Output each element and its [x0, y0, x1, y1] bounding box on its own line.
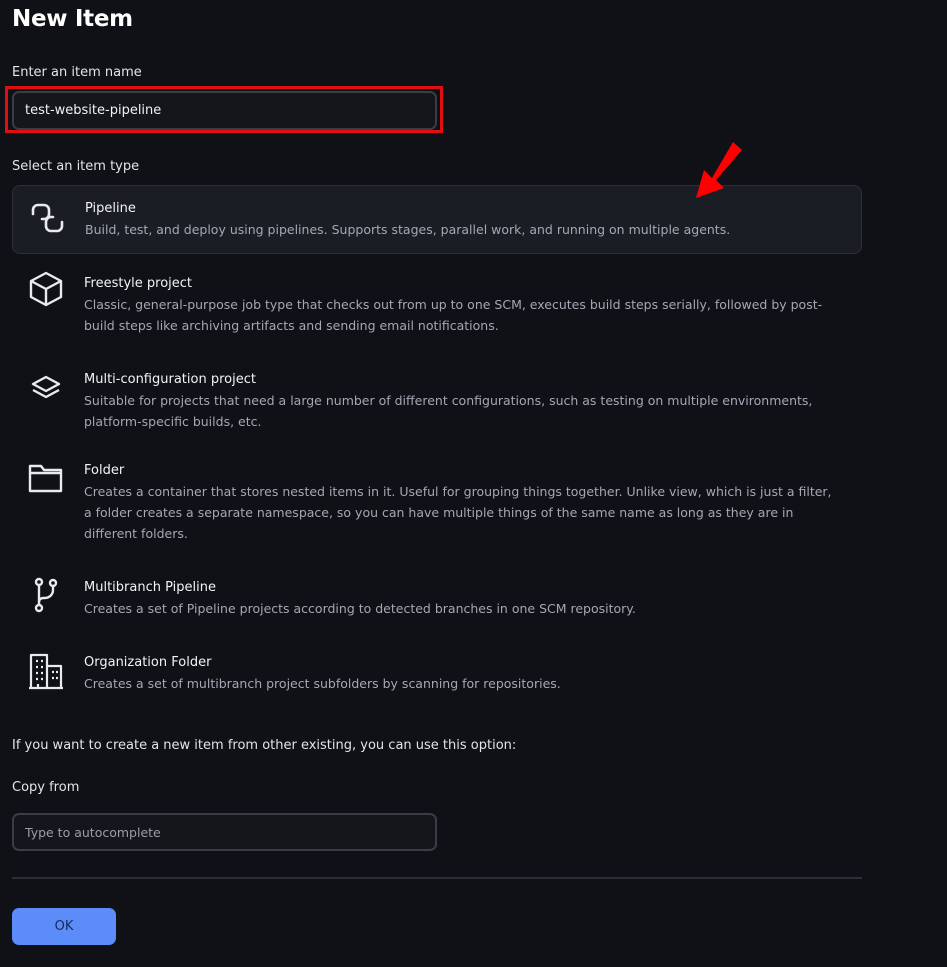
pipeline-icon	[28, 199, 66, 237]
item-name-label: Enter an item name	[12, 65, 142, 80]
item-type-label: Select an item type	[12, 159, 140, 174]
item-type-description: Build, test, and deploy using pipelines.…	[85, 222, 731, 237]
item-type-name: Freestyle project	[84, 276, 193, 291]
item-type-multi-configuration-project[interactable]: Multi-configuration project Suitable for…	[12, 358, 862, 444]
item-type-description: Creates a set of multibranch project sub…	[84, 676, 561, 691]
folder-icon	[27, 459, 65, 497]
layers-icon	[27, 370, 65, 408]
item-name-input[interactable]	[12, 91, 437, 130]
item-type-description: Creates a set of Pipeline projects accor…	[84, 601, 636, 616]
item-type-description: Classic, general-purpose job type that c…	[84, 297, 823, 333]
new-item-page: New Item Enter an item name Select an it…	[0, 0, 947, 967]
item-type-folder[interactable]: Folder Creates a container that stores n…	[12, 449, 862, 554]
item-type-name: Multi-configuration project	[84, 372, 256, 387]
copy-from-input[interactable]	[12, 813, 437, 851]
item-type-organization-folder[interactable]: Organization Folder Creates a set of mul…	[12, 641, 862, 707]
ok-button[interactable]: OK	[12, 908, 116, 945]
item-type-description: Creates a container that stores nested i…	[84, 484, 832, 541]
cube-icon	[27, 270, 65, 308]
item-type-freestyle-project[interactable]: Freestyle project Classic, general-purpo…	[12, 262, 862, 348]
item-type-multibranch-pipeline[interactable]: Multibranch Pipeline Creates a set of Pi…	[12, 566, 862, 632]
git-branch-icon	[27, 576, 65, 614]
item-type-description: Suitable for projects that need a large …	[84, 393, 813, 429]
item-type-name: Folder	[84, 463, 125, 478]
item-type-name: Organization Folder	[84, 655, 212, 670]
copy-from-label: Copy from	[12, 780, 80, 795]
page-title: New Item	[12, 6, 133, 32]
copy-hint-text: If you want to create a new item from ot…	[12, 738, 517, 753]
building-icon	[27, 652, 65, 690]
item-type-name: Pipeline	[85, 201, 136, 216]
item-type-name: Multibranch Pipeline	[84, 580, 216, 595]
divider	[12, 877, 862, 879]
annotation-arrow-icon	[696, 142, 742, 198]
